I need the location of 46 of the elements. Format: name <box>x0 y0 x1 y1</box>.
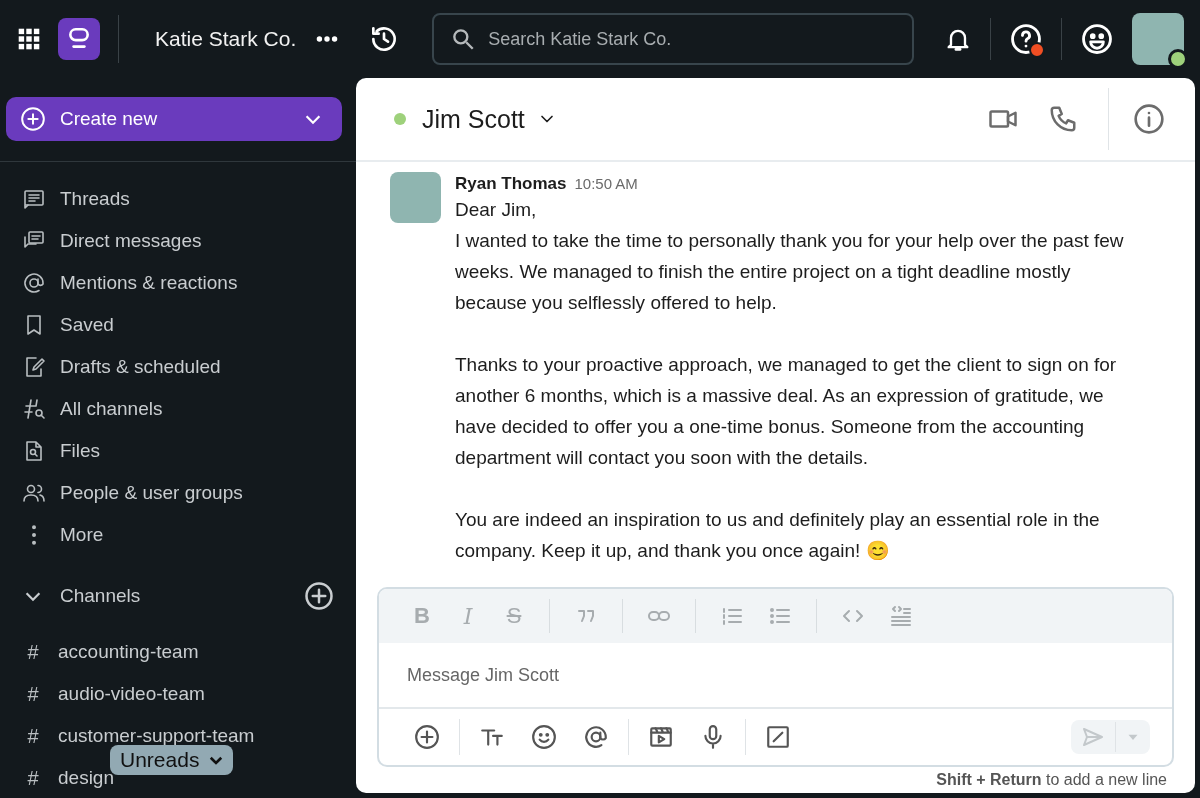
unreads-toast[interactable]: Unreads <box>110 745 234 775</box>
help-icon[interactable] <box>1009 22 1043 56</box>
workspace-name[interactable]: Katie Stark Co. <box>155 27 297 51</box>
video-clip-icon[interactable] <box>648 724 674 750</box>
hash-icon: # <box>22 724 44 748</box>
channels-heading[interactable]: Channels <box>60 585 288 607</box>
app-grid-icon[interactable] <box>16 26 42 52</box>
sidebar-item[interactable]: Direct messages <box>0 220 356 262</box>
list-icon <box>22 187 46 211</box>
sidebar-item[interactable]: Files <box>0 430 356 472</box>
info-icon[interactable] <box>1133 103 1165 135</box>
message-text: You are indeed an inspiration to us and definitely play an essential role in the company. Keep it up, and thank you once again! 😊 <box>455 508 1101 563</box>
hash-icon: # <box>22 766 44 790</box>
channel-item[interactable]: # accounting-team <box>0 631 203 673</box>
at-sign-icon <box>22 271 46 295</box>
vertical-dots-icon <box>31 523 37 547</box>
smiley-icon[interactable] <box>1080 22 1114 56</box>
hash-icon: # <box>22 640 44 664</box>
slash-square-icon[interactable] <box>765 724 791 750</box>
hash-icon: # <box>22 682 44 706</box>
channel-item[interactable]: # audio-video-team <box>0 673 209 715</box>
add-channel-icon[interactable] <box>304 581 334 611</box>
at-sign-icon[interactable] <box>583 724 609 750</box>
search-field[interactable]: Search Katie Stark Co. <box>488 15 897 63</box>
sidebar-item[interactable]: All channels <box>0 388 356 430</box>
message-author[interactable]: Ryan Thomas <box>455 174 567 194</box>
sidebar-item[interactable]: More <box>0 514 356 556</box>
sidebar-item[interactable]: Saved <box>0 304 356 346</box>
message-time: 10:50 AM <box>574 175 638 192</box>
smiley-icon[interactable] <box>531 724 557 750</box>
plus-circle-icon <box>20 106 46 132</box>
app-logo[interactable] <box>58 18 100 60</box>
sidebar-item[interactable]: Threads <box>0 178 356 220</box>
message-text: Thanks to your proactive approach, we managed to get the client to sign on for another 6 months, which is a massive deal. As an expression of gratitude, we have decided to offer you a one-time bonus. Someone from the accounting department will contact you soon with the details. <box>455 353 1118 470</box>
conversation-title[interactable]: Jim Scott <box>422 104 525 134</box>
add-icon[interactable] <box>414 724 440 750</box>
keyboard-hint: Shift + Return to add a new line <box>935 770 1168 790</box>
sidebar-item[interactable]: Mentions & reactions <box>0 262 356 304</box>
message-text: Dear Jim, I wanted to take the time to personally thank you for your help over the past few weeks. We managed to finish the entire project on a tight deadline mostly because you selflessly offered to help. <box>455 198 1125 315</box>
user-avatar[interactable] <box>1132 13 1184 65</box>
search-field[interactable]: Search Katie Stark Co. <box>432 13 915 65</box>
sidebar-item[interactable]: People & user groups <box>0 472 356 514</box>
create-new-button[interactable]: Create new <box>6 97 342 141</box>
sidebar-item[interactable]: Drafts & scheduled <box>0 346 356 388</box>
phone-icon[interactable] <box>1048 104 1078 134</box>
hash-search-icon <box>22 397 46 421</box>
